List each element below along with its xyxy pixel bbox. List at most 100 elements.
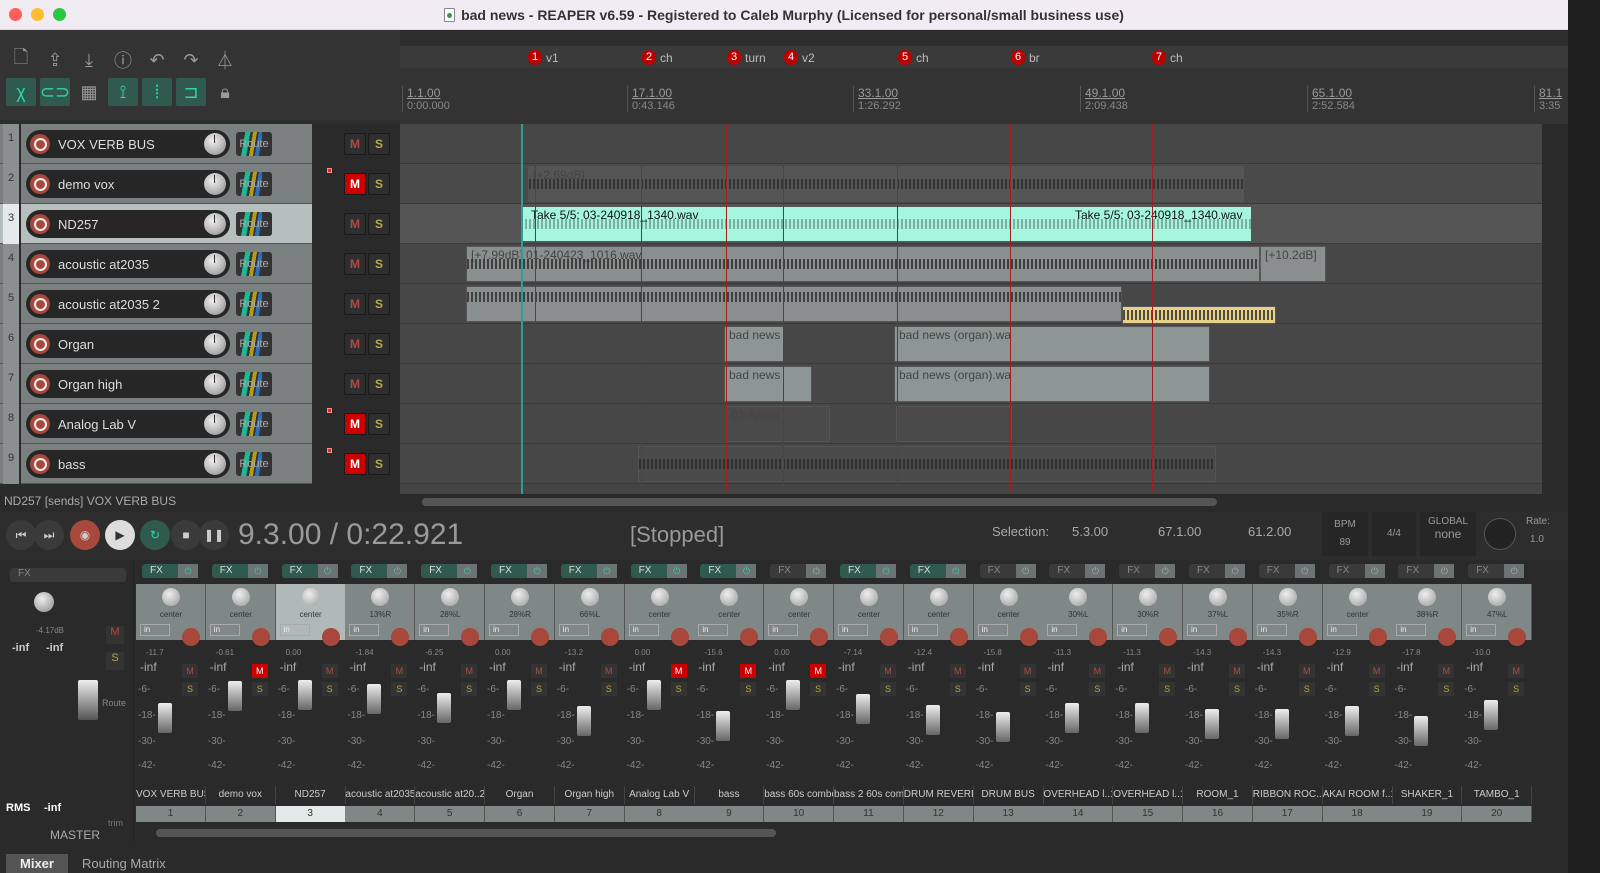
strip-name[interactable]: acoustic at2035 [345, 786, 416, 804]
fx-button[interactable]: FX [421, 564, 478, 578]
tab-mixer[interactable]: Mixer [6, 854, 68, 873]
strip-number[interactable]: 9 [694, 806, 765, 822]
strip-number[interactable]: 3 [275, 806, 346, 822]
solo-button[interactable]: S [1438, 682, 1455, 696]
edit-cursor[interactable] [521, 124, 523, 494]
fx-button[interactable]: FX [909, 564, 966, 578]
pan-knob[interactable] [1278, 588, 1297, 606]
strip-number[interactable]: 20 [1462, 806, 1533, 822]
input-select[interactable]: in [1326, 624, 1357, 636]
go-to-start-button[interactable]: ⏮ [6, 520, 36, 550]
track-row[interactable]: 6 Organ Route [0, 324, 312, 364]
solo-button[interactable]: S [1159, 682, 1176, 696]
strip-number[interactable]: 6 [485, 806, 555, 822]
fx-button[interactable]: FX [979, 564, 1036, 578]
solo-button[interactable]: S [321, 682, 338, 696]
input-select[interactable]: in [349, 624, 380, 636]
strip-number[interactable]: 17 [1252, 806, 1323, 822]
strip-number[interactable]: 2 [205, 806, 276, 822]
solo-button[interactable]: S [368, 333, 390, 355]
track-name-box[interactable]: demo vox [26, 170, 230, 198]
pan-knob[interactable] [1069, 588, 1088, 606]
record-arm-button[interactable] [1019, 628, 1038, 646]
ripple-edit-icon[interactable]: χ [6, 78, 36, 106]
play-button[interactable]: ▶ [105, 520, 135, 550]
fx-button[interactable]: FX [281, 564, 338, 578]
selection-length[interactable]: 61.2.00 [1248, 524, 1291, 539]
mute-button[interactable]: M [251, 664, 268, 678]
close-window-button[interactable] [9, 8, 22, 21]
input-select[interactable]: in [209, 624, 240, 636]
track-row[interactable]: 1 VOX VERB BUS Route [0, 124, 312, 164]
global-automation[interactable]: GLOBAL none [1420, 512, 1476, 556]
strip-name[interactable]: Organ [485, 786, 555, 804]
strip-name[interactable]: TAMBO_1 [1462, 786, 1533, 804]
strip-name[interactable]: OVERHEAD l..1 [1043, 786, 1114, 804]
record-arm-button[interactable] [1159, 628, 1178, 646]
mute-button[interactable]: M [1019, 664, 1036, 678]
track-name[interactable]: acoustic at2035 2 [58, 297, 204, 312]
solo-button[interactable]: S [1229, 682, 1245, 696]
volume-fader[interactable] [1065, 702, 1080, 733]
master-pan-knob[interactable] [34, 592, 54, 612]
project-info-icon[interactable]: ⓘ [108, 46, 138, 74]
solo-button[interactable]: S [740, 682, 757, 696]
master-route-button[interactable]: Route [102, 698, 126, 708]
mixer-scrollbar[interactable] [136, 826, 1568, 840]
track-row[interactable]: 5 acoustic at2035 2 Route [0, 284, 312, 324]
track-name[interactable]: Organ high [58, 377, 204, 392]
bpm-box[interactable]: BPM 89 [1322, 512, 1368, 556]
input-select[interactable]: in [558, 624, 589, 636]
input-select[interactable]: in [907, 624, 938, 636]
volume-fader[interactable] [227, 681, 242, 712]
solo-button[interactable]: S [880, 682, 896, 696]
record-arm-button[interactable] [30, 374, 50, 394]
input-select[interactable]: in [977, 624, 1008, 636]
pan-knob[interactable] [929, 588, 948, 606]
record-arm-button[interactable] [1229, 628, 1247, 646]
mute-button[interactable]: M [344, 453, 366, 475]
strip-name[interactable]: demo vox [206, 786, 276, 804]
record-arm-button[interactable] [182, 628, 200, 646]
mute-button[interactable]: M [344, 413, 366, 435]
mute-button[interactable]: M [344, 133, 366, 155]
solo-button[interactable]: S [368, 253, 390, 275]
track-name[interactable]: ND257 [58, 217, 204, 232]
track-name-box[interactable]: Organ [26, 330, 230, 358]
strip-number[interactable]: 19 [1392, 806, 1463, 822]
media-item-nd257[interactable]: Take 5/5: 03-240918_1340.wav Take 5/5: 0… [520, 206, 1252, 242]
volume-fader[interactable] [646, 680, 661, 710]
pan-knob[interactable] [580, 588, 599, 606]
strip-name[interactable]: bass 2 60s comb [834, 786, 904, 804]
record-arm-button[interactable] [600, 628, 619, 646]
record-arm-button[interactable] [880, 628, 898, 646]
input-select[interactable]: in [489, 624, 519, 636]
media-item-acoustic-2-tail[interactable] [1122, 306, 1276, 324]
mute-button[interactable]: M [1368, 664, 1385, 678]
volume-fader[interactable] [576, 706, 591, 737]
volume-fader[interactable] [507, 680, 521, 710]
volume-fader[interactable] [1484, 700, 1499, 730]
input-select[interactable]: in [1117, 624, 1148, 636]
input-select[interactable]: in [1256, 624, 1287, 636]
mute-button[interactable]: M [344, 373, 366, 395]
track-name[interactable]: acoustic at2035 [58, 257, 204, 272]
loop-icon[interactable]: ⊐ [176, 78, 206, 106]
record-arm-button[interactable] [30, 454, 50, 474]
pan-knob[interactable] [162, 588, 180, 606]
strip-number[interactable]: 16 [1183, 806, 1253, 822]
solo-button[interactable]: S [600, 682, 617, 696]
marker[interactable]: 5 ch [898, 50, 929, 65]
timeline-ruler[interactable]: 1 v1 2 ch 3 turn 4 v2 5 ch 6 br 7 ch 1.1.00 0:00… [400, 46, 1568, 126]
strip-number[interactable]: 4 [345, 806, 416, 822]
volume-fader[interactable] [1135, 702, 1150, 733]
solo-button[interactable]: S [531, 682, 547, 696]
pan-knob[interactable] [650, 588, 669, 606]
record-arm-button[interactable] [1298, 628, 1317, 646]
strip-name[interactable]: DRUM REVERB [904, 786, 974, 804]
lock-icon[interactable]: 🔒︎ [210, 78, 240, 106]
fx-button[interactable]: FX [630, 564, 687, 578]
volume-knob[interactable] [204, 253, 226, 275]
volume-knob[interactable] [204, 373, 226, 395]
mute-button[interactable]: M [461, 664, 478, 678]
